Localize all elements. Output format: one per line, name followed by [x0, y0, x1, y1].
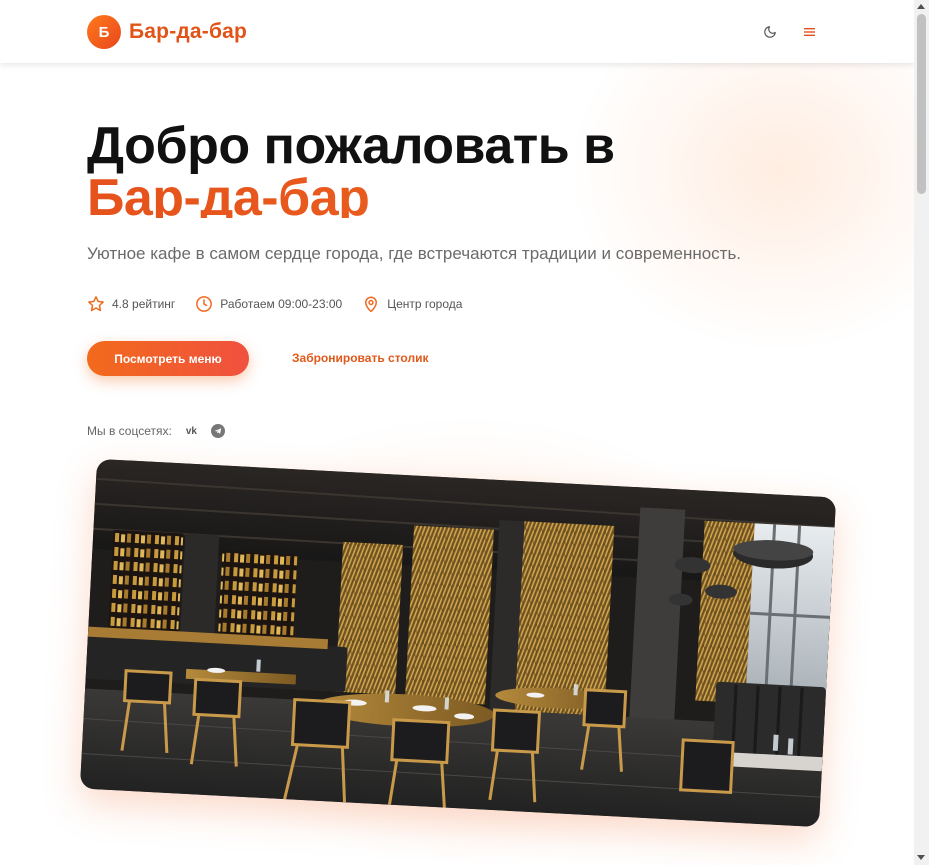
site-header: Б Бар-да-бар — [0, 0, 914, 63]
social-label: Мы в соцсетях: — [87, 424, 172, 438]
scroll-thumb[interactable] — [917, 14, 926, 194]
menu-button[interactable] — [799, 22, 819, 42]
book-table-link[interactable]: Забронировать столик — [292, 351, 428, 365]
hero-heading: Добро пожаловать в Бар-да-бар — [87, 120, 847, 218]
hero-subtitle: Уютное кафе в самом сердце города, где в… — [87, 244, 742, 263]
clock-icon — [196, 296, 213, 312]
hamburger-icon — [803, 28, 815, 36]
restaurant-illustration — [79, 458, 837, 828]
feature-list: 4.8 рейтинг Работаем 09:00-23:00 Центр г… — [87, 295, 462, 313]
feature-rating: 4.8 рейтинг — [87, 295, 175, 313]
star-icon — [88, 296, 104, 312]
restaurant-interior-photo — [79, 458, 837, 828]
social-links: Мы в соцсетях: vk — [87, 424, 225, 438]
telegram-icon — [214, 428, 222, 434]
logo[interactable]: Б Бар-да-бар — [87, 15, 247, 49]
feature-location: Центр города — [362, 295, 462, 313]
vk-link[interactable]: vk — [186, 426, 197, 437]
scroll-up-arrow[interactable] — [917, 4, 925, 9]
location-pin-icon — [365, 296, 378, 313]
moon-icon — [764, 26, 776, 38]
hero-title-brand: Бар-да-бар — [87, 172, 847, 218]
scroll-down-arrow[interactable] — [917, 855, 925, 860]
logo-badge: Б — [87, 15, 121, 49]
telegram-link[interactable] — [210, 424, 225, 438]
feature-rating-label: 4.8 рейтинг — [112, 297, 176, 311]
theme-toggle-button[interactable] — [760, 22, 780, 42]
feature-hours-label: Работаем 09:00-23:00 — [220, 297, 343, 311]
feature-location-label: Центр города — [387, 297, 463, 311]
page-scrollbar[interactable] — [914, 0, 929, 865]
feature-hours: Работаем 09:00-23:00 — [195, 295, 342, 313]
hero-title: Добро пожаловать в — [87, 117, 615, 175]
brand-name: Бар-да-бар — [129, 20, 248, 43]
view-menu-button[interactable]: Посмотреть меню — [87, 341, 249, 376]
